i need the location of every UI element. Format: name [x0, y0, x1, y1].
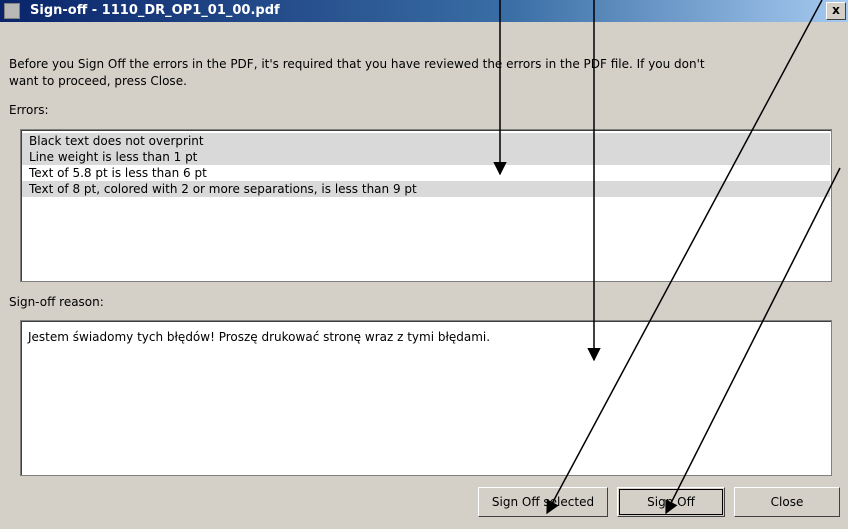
error-item-text: Text of 5.8 pt is less than 6 pt — [29, 166, 207, 180]
close-button[interactable]: Close — [734, 487, 840, 517]
error-item-text: Line weight is less than 1 pt — [29, 150, 198, 164]
app-icon — [4, 3, 20, 19]
error-item-text: Text of 8 pt, colored with 2 or more sep… — [29, 182, 417, 196]
error-item[interactable]: Text of 5.8 pt is less than 6 pt — [22, 165, 830, 181]
error-item[interactable]: Text of 8 pt, colored with 2 or more sep… — [22, 181, 830, 197]
reason-label: Sign-off reason: — [9, 295, 104, 309]
error-item[interactable]: Black text does not overprint — [22, 133, 830, 149]
error-item[interactable]: Line weight is less than 1 pt — [22, 149, 830, 165]
reason-text: Jestem świadomy tych błędów! Proszę druk… — [28, 330, 491, 344]
title-bar[interactable]: Sign-off - 1110_DR_OP1_01_00.pdf x — [0, 0, 848, 22]
sign-off-dialog: Sign-off - 1110_DR_OP1_01_00.pdf x Befor… — [0, 0, 848, 529]
close-window-button[interactable]: x — [826, 2, 846, 20]
errors-label: Errors: — [9, 103, 49, 117]
sign-off-selected-button[interactable]: Sign Off selected — [478, 487, 608, 517]
error-item-text: Black text does not overprint — [29, 134, 204, 148]
sign-off-button[interactable]: Sign Off — [617, 487, 725, 517]
window-title: Sign-off - 1110_DR_OP1_01_00.pdf — [30, 3, 280, 18]
intro-text: Before you Sign Off the errors in the PD… — [9, 57, 705, 88]
errors-list[interactable]: Black text does not overprint Line weigh… — [20, 129, 832, 282]
reason-textarea[interactable]: Jestem świadomy tych błędów! Proszę druk… — [20, 320, 832, 476]
